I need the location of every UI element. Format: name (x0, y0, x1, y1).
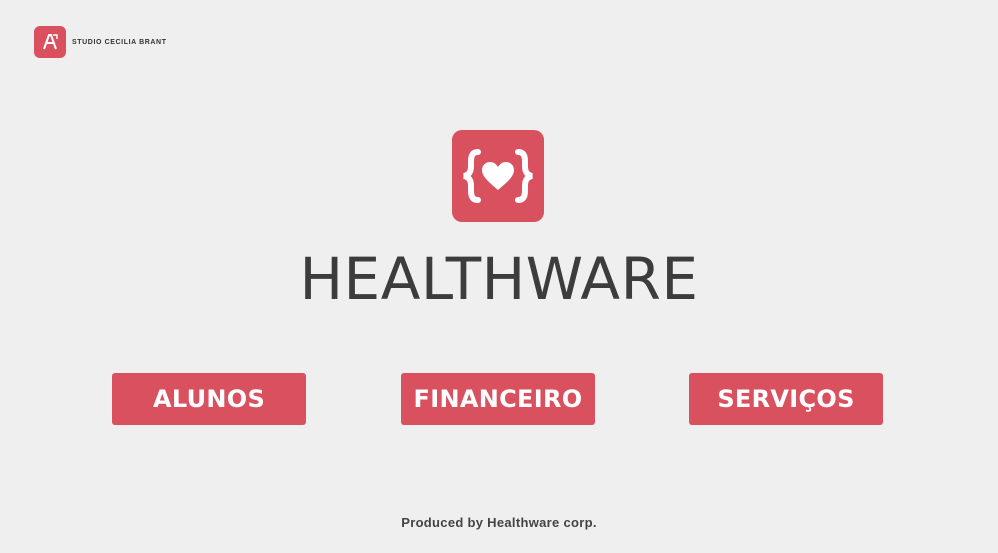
studio-brand: STUDIO CECILIA BRANT (34, 26, 167, 58)
servicos-button[interactable]: SERVIÇOS (689, 373, 883, 425)
alunos-button[interactable]: ALUNOS (112, 373, 306, 425)
financeiro-button[interactable]: FINANCEIRO (401, 373, 595, 425)
studio-logo-icon (34, 26, 66, 58)
app-title: HEALTHWARE (299, 245, 699, 313)
studio-brand-text: STUDIO CECILIA BRANT (72, 38, 167, 46)
code-heart-icon (452, 130, 544, 222)
footer-credit: Produced by Healthware corp. (401, 515, 597, 530)
